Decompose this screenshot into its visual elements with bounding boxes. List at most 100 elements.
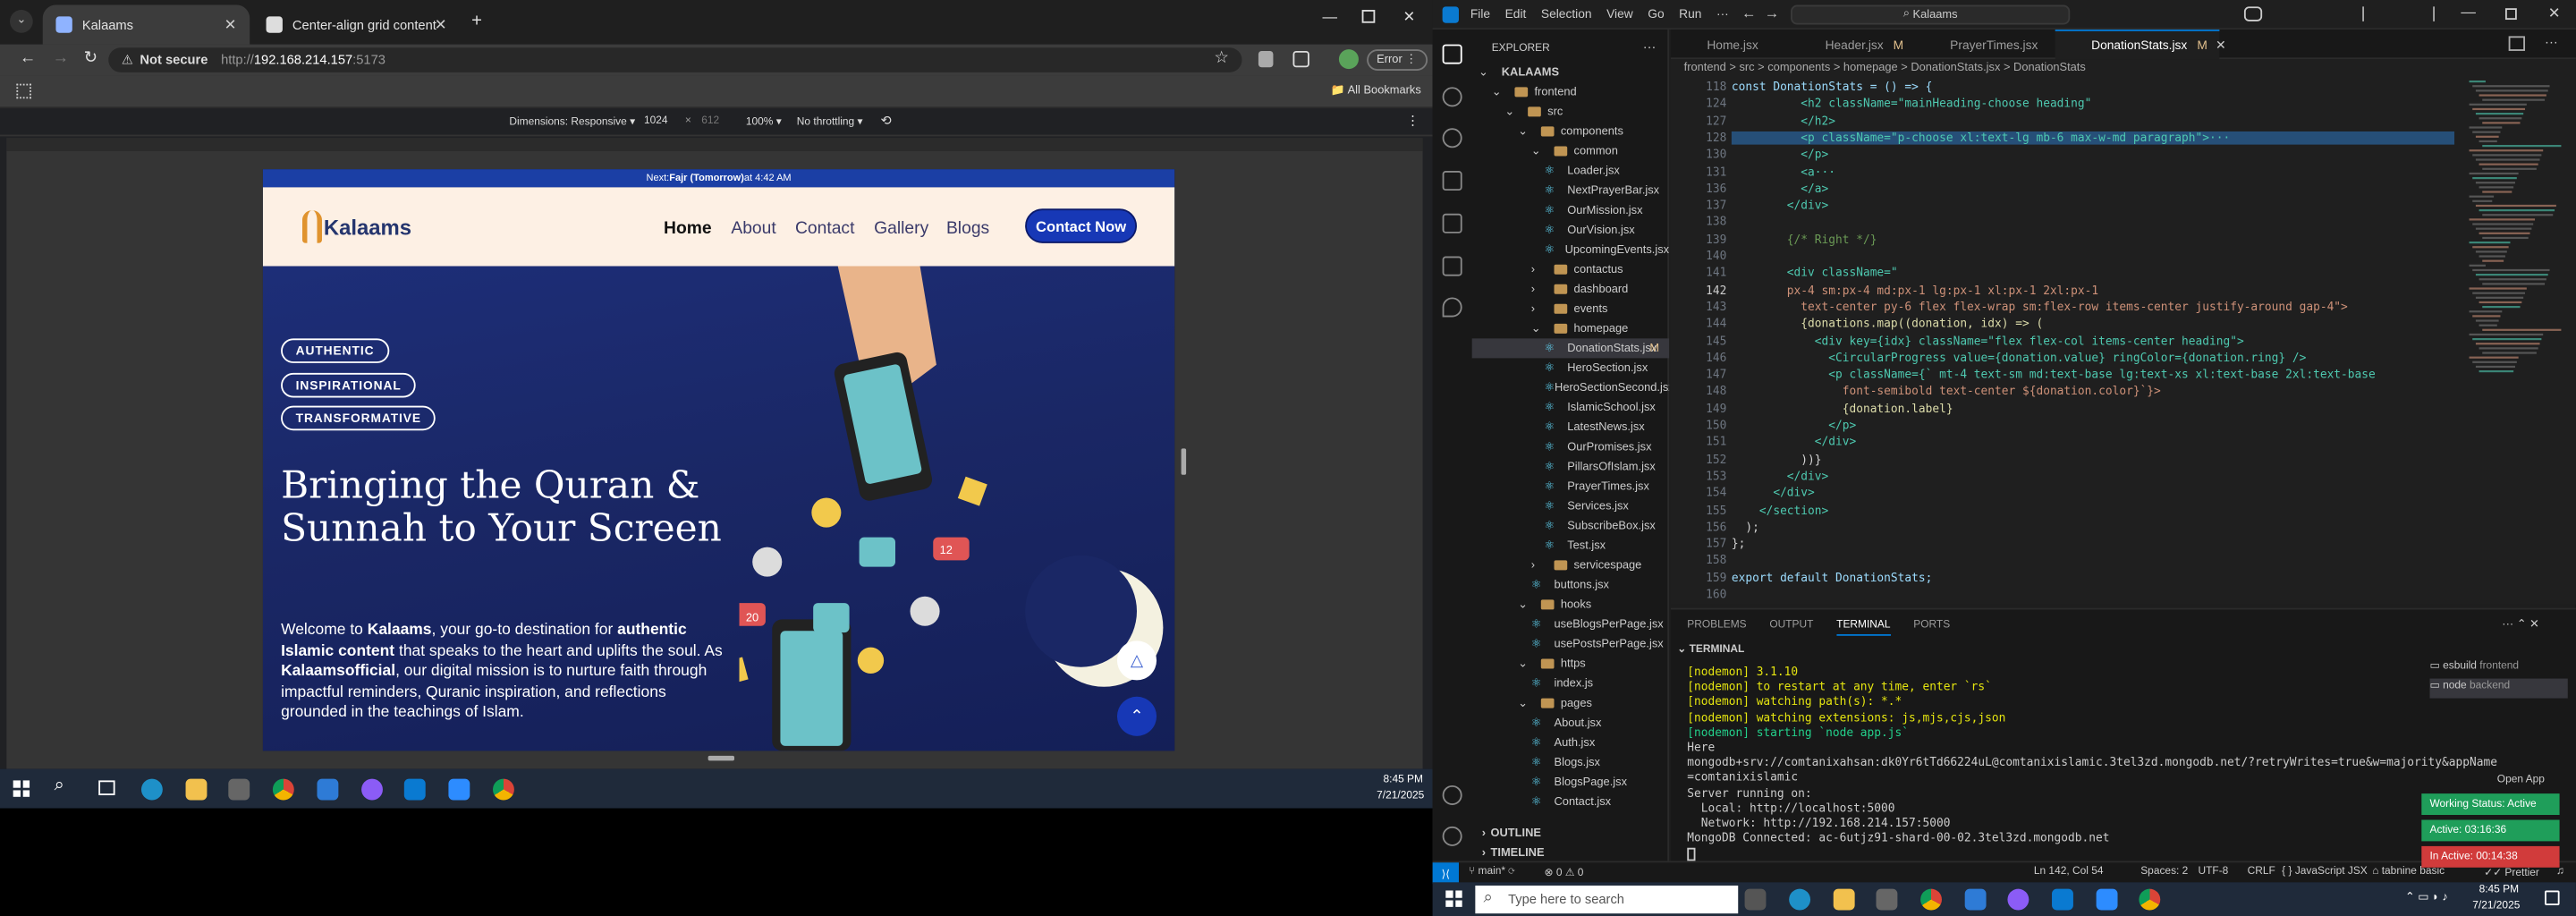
resize-handle-bottom[interactable] (708, 755, 735, 761)
tree-file[interactable]: ⚛ usePostsPerPage.jsx (1472, 634, 1669, 654)
clock-date[interactable]: 7/21/2025 (2472, 901, 2520, 912)
code-line[interactable]: {/* Right */} (1732, 233, 1877, 246)
nav-home[interactable]: Home (664, 218, 712, 238)
tree-file[interactable]: ⚛ Test.jsx (1472, 536, 1669, 556)
outline-section[interactable]: › OUTLINE (1472, 823, 1669, 843)
panel-tab-output[interactable]: OUTPUT (1769, 619, 1813, 631)
tree-file[interactable]: ⚛ Loader.jsx (1472, 161, 1669, 181)
mongodb-leaf-icon[interactable] (1442, 297, 1462, 318)
maximize-icon[interactable] (2504, 8, 2517, 21)
tree-folder[interactable]: ⌄ components (1472, 122, 1669, 141)
source-control-icon[interactable] (1442, 128, 1462, 148)
tree-file[interactable]: ⚛ IslamicSchool.jsx (1472, 397, 1669, 417)
search-icon[interactable]: ⌕ (55, 776, 64, 797)
panel-controls[interactable]: ··· ⌃ ✕ (2502, 618, 2539, 631)
code-line[interactable]: <CircularProgress value={donation.value}… (1732, 352, 2306, 365)
system-tray-icons[interactable]: ⌃ ▭ ◗ ♪ (2405, 890, 2448, 903)
tree-file[interactable]: ⚛ PillarsOfIslam.jsx (1472, 457, 1669, 477)
tree-folder[interactable]: ⌄ pages (1472, 693, 1669, 713)
profile-avatar[interactable] (1338, 49, 1359, 70)
menu-go[interactable]: Go (1648, 6, 1664, 21)
reload-icon[interactable]: ↻ (84, 49, 97, 67)
tab-header-jsx[interactable]: Header.jsx M (1789, 30, 1914, 59)
puzzle-icon[interactable] (1292, 50, 1309, 68)
editor-more-icon[interactable]: ··· (2545, 35, 2558, 50)
remote-indicator-icon[interactable]: ⟩⟨ (1432, 862, 1459, 885)
terminal-esbuild[interactable]: ▭ esbuild frontend (2429, 659, 2567, 679)
menu-file[interactable]: File (1470, 6, 1490, 21)
code-line[interactable]: <p className={` mt-4 text-sm md:text-bas… (1732, 369, 2376, 382)
tree-folder[interactable]: ⌄ common (1472, 141, 1669, 161)
menu-more[interactable]: ··· (1716, 6, 1729, 21)
code-line[interactable]: </a> (1732, 182, 1828, 196)
nav-about[interactable]: About (731, 218, 775, 238)
tree-folder[interactable]: ⌄ KALAAMS (1472, 63, 1669, 82)
task-view-icon[interactable] (98, 780, 115, 795)
tab-search-button[interactable]: ⌄ (10, 10, 33, 33)
tree-file[interactable]: ⚛ Services.jsx (1472, 496, 1669, 516)
remote-icon[interactable] (1442, 256, 1462, 276)
viewport-height-input[interactable]: 612 (701, 115, 719, 127)
contact-now-button[interactable]: Contact Now (1025, 208, 1137, 243)
close-icon[interactable]: ✕ (225, 16, 237, 34)
code-line[interactable]: </div> (1732, 436, 1856, 449)
code-line[interactable]: <h2 className="mainHeading-choose headin… (1732, 98, 2091, 111)
search-icon[interactable] (1442, 87, 1462, 107)
encoding[interactable]: UTF-8 (2199, 866, 2229, 878)
tree-folder[interactable]: ⌄ hooks (1472, 595, 1669, 615)
terminal-cursor[interactable] (1687, 848, 1696, 862)
layout-icons[interactable] (2362, 6, 2435, 21)
tree-folder[interactable]: › events (1472, 299, 1669, 318)
clock-date[interactable]: 7/21/2025 (1377, 790, 1424, 802)
app-icon[interactable] (317, 778, 339, 801)
problems-count[interactable]: ⊗ 0 ⚠ 0 (1544, 866, 1583, 879)
code-line[interactable]: px-4 sm:px-4 md:px-1 lg:px-1 xl:px-1 2xl… (1732, 284, 2098, 297)
code-line[interactable]: </div> (1732, 199, 1828, 212)
code-line[interactable]: <p className="p-choose xl:text-lg mb-6 m… (1731, 131, 2455, 145)
prettier-status[interactable]: ✓✓ Prettier (2484, 866, 2539, 879)
panel-tab-ports[interactable]: PORTS (1913, 619, 1950, 631)
nav-contact[interactable]: Contact (795, 218, 854, 238)
rotate-icon[interactable]: ⟲ (880, 114, 891, 129)
more-options-icon[interactable]: ⋮ (1406, 114, 1419, 129)
file-explorer-icon[interactable] (185, 778, 208, 801)
tabnine-status[interactable]: ⌂ tabnine basic (2372, 866, 2445, 878)
minimize-icon[interactable]: — (2461, 4, 2476, 20)
code-line[interactable]: </section> (1732, 504, 1828, 517)
tree-file[interactable]: ⚛ LatestNews.jsx (1472, 418, 1669, 437)
notification-center-icon[interactable] (2545, 890, 2560, 906)
chrome-icon-2[interactable] (493, 778, 514, 801)
vscode-icon[interactable] (2052, 888, 2073, 911)
cursor-position[interactable]: Ln 142, Col 54 (2034, 866, 2104, 878)
code-line[interactable]: }; (1732, 538, 1745, 551)
all-bookmarks-link[interactable]: 📁 All Bookmarks (1331, 84, 1421, 98)
code-line[interactable]: font-semibold text-center ${donation.col… (1732, 386, 2161, 399)
bookmark-star-icon[interactable]: ☆ (1214, 49, 1228, 67)
code-line[interactable]: ); (1732, 521, 1758, 534)
menu-run[interactable]: Run (1679, 6, 1701, 21)
explorer-more-icon[interactable]: ··· (1643, 39, 1657, 55)
back-icon[interactable]: ← (20, 49, 36, 67)
chrome-icon[interactable] (1920, 888, 1942, 911)
taskbar-search-input[interactable]: ⌕ Type here to search (1475, 885, 1739, 914)
store-icon[interactable] (1876, 888, 1898, 911)
close-icon[interactable]: ✕ (2548, 5, 2561, 23)
panel-tab-problems[interactable]: PROBLEMS (1687, 619, 1746, 631)
tree-file[interactable]: ⚛ SubscribeBox.jsx (1472, 516, 1669, 536)
tree-file[interactable]: ⚛ About.jsx (1472, 713, 1669, 733)
explorer-icon[interactable] (1442, 44, 1462, 64)
tab-center-align[interactable]: Center-align grid content ✕ (253, 5, 460, 45)
extensions-icon[interactable] (1442, 213, 1462, 233)
code-line[interactable]: {donations.map((donation, idx) => ( (1732, 318, 2043, 331)
scroll-top-button[interactable]: ⌃ (1116, 696, 1157, 736)
language-mode[interactable]: { } JavaScript JSX (2282, 866, 2368, 878)
split-editor-icon[interactable] (2508, 36, 2526, 51)
tree-file[interactable]: ⚛ index.js (1472, 674, 1669, 693)
chatbot-button[interactable]: △ (1116, 640, 1157, 681)
file-explorer-icon[interactable] (1833, 888, 1855, 911)
code-line[interactable]: const DonationStats = () => { (1732, 81, 1932, 94)
nav-back-icon[interactable]: ← (1741, 5, 1757, 21)
tab-home-jsx[interactable]: Home.jsx (1671, 30, 1789, 59)
code-line[interactable]: </div> (1732, 470, 1828, 483)
code-line[interactable]: <div key={idx} className="flex flex-col … (1732, 335, 2244, 348)
